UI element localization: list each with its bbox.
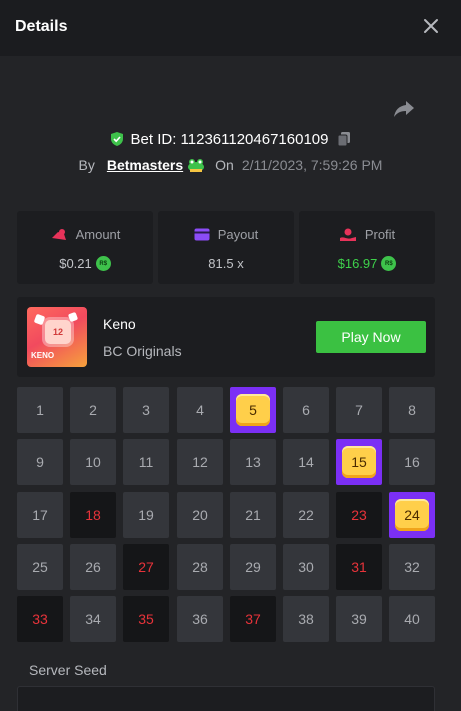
keno-cell-35[interactable]: 35 — [123, 596, 169, 642]
keno-cell-37[interactable]: 37 — [230, 596, 276, 642]
keno-cell-19[interactable]: 19 — [123, 492, 169, 538]
keno-cell-13[interactable]: 13 — [230, 439, 276, 485]
keno-cell-2[interactable]: 2 — [70, 387, 116, 433]
thumb-text: KENO — [31, 351, 55, 360]
keno-cell-21[interactable]: 21 — [230, 492, 276, 538]
stat-payout: Payout 81.5 x — [158, 211, 294, 284]
amount-value: $0.21 — [59, 256, 92, 271]
keno-cell-22[interactable]: 22 — [283, 492, 329, 538]
stat-profit: Profit $16.97 R$ — [299, 211, 435, 284]
keno-cell-26[interactable]: 26 — [70, 544, 116, 590]
bet-date: 2/11/2023, 7:59:26 PM — [241, 157, 383, 173]
keno-cell-18[interactable]: 18 — [70, 492, 116, 538]
user-link[interactable]: Betmasters — [107, 157, 183, 173]
share-icon[interactable] — [392, 97, 416, 121]
keno-thumbnail[interactable]: 12 KENO — [27, 307, 87, 367]
by-label: By — [78, 157, 95, 173]
keno-cell-16[interactable]: 16 — [389, 439, 435, 485]
keno-cell-24[interactable]: 24 — [389, 492, 435, 538]
keno-cell-20[interactable]: 20 — [177, 492, 223, 538]
dice-icon — [33, 313, 46, 326]
game-name: Keno — [103, 316, 136, 332]
gem-icon: 15 — [342, 446, 376, 478]
payout-label: Payout — [217, 227, 259, 242]
thumb-number: 12 — [45, 320, 71, 344]
amount-label: Amount — [75, 227, 121, 242]
keno-cell-1[interactable]: 1 — [17, 387, 63, 433]
keno-cell-17[interactable]: 17 — [17, 492, 63, 538]
keno-cell-36[interactable]: 36 — [177, 596, 223, 642]
keno-cell-6[interactable]: 6 — [283, 387, 329, 433]
card-icon — [194, 228, 210, 241]
game-card: 12 KENO Keno BC Originals Play Now — [17, 297, 435, 377]
copy-icon[interactable] — [336, 131, 352, 147]
keno-cell-11[interactable]: 11 — [123, 439, 169, 485]
keno-cell-40[interactable]: 40 — [389, 596, 435, 642]
keno-cell-12[interactable]: 12 — [177, 439, 223, 485]
keno-cell-23[interactable]: 23 — [336, 492, 382, 538]
keno-cell-25[interactable]: 25 — [17, 544, 63, 590]
keno-cell-31[interactable]: 31 — [336, 544, 382, 590]
keno-cell-14[interactable]: 14 — [283, 439, 329, 485]
keno-cell-30[interactable]: 30 — [283, 544, 329, 590]
gem-icon: 5 — [236, 394, 270, 426]
keno-cell-5[interactable]: 5 — [230, 387, 276, 433]
keno-cell-29[interactable]: 29 — [230, 544, 276, 590]
keno-cell-3[interactable]: 3 — [123, 387, 169, 433]
keno-cell-34[interactable]: 34 — [70, 596, 116, 642]
keno-cell-39[interactable]: 39 — [336, 596, 382, 642]
on-label: On — [215, 157, 234, 173]
bet-id-row: Bet ID: 112361120467160109 — [0, 128, 461, 150]
details-header: Details — [0, 0, 461, 56]
header-title: Details — [15, 18, 68, 35]
keno-cell-32[interactable]: 32 — [389, 544, 435, 590]
coin-icon: R$ — [95, 256, 111, 271]
shield-check-icon — [110, 132, 123, 146]
keno-cell-38[interactable]: 38 — [283, 596, 329, 642]
server-seed-field — [17, 686, 435, 711]
play-now-button[interactable]: Play Now — [316, 321, 426, 353]
keno-cell-27[interactable]: 27 — [123, 544, 169, 590]
stat-amount: Amount $0.21 R$ — [17, 211, 153, 284]
keno-cell-10[interactable]: 10 — [70, 439, 116, 485]
profit-icon — [339, 228, 356, 241]
payout-value: 81.5 x — [208, 256, 244, 271]
keno-cell-4[interactable]: 4 — [177, 387, 223, 433]
keno-cell-15[interactable]: 15 — [336, 439, 382, 485]
bet-id: Bet ID: 112361120467160109 — [130, 130, 329, 148]
close-icon[interactable] — [419, 14, 443, 38]
profit-label: Profit — [364, 227, 396, 242]
keno-cell-28[interactable]: 28 — [177, 544, 223, 590]
coin-icon: R$ — [381, 256, 397, 271]
game-provider: BC Originals — [103, 343, 182, 359]
keno-cell-9[interactable]: 9 — [17, 439, 63, 485]
frog-icon — [188, 159, 205, 172]
bet-by-row: By Betmasters On 2/11/2023, 7:59:26 PM — [0, 154, 461, 176]
gem-icon: 24 — [395, 499, 429, 531]
server-seed-label: Server Seed — [29, 662, 107, 678]
keno-cell-7[interactable]: 7 — [336, 387, 382, 433]
keno-cell-33[interactable]: 33 — [17, 596, 63, 642]
profit-value: $16.97 — [337, 256, 378, 271]
bet-stats: Amount $0.21 R$ Payout 81.5 x Profit $16… — [17, 211, 435, 284]
amount-icon — [51, 228, 66, 240]
keno-cell-8[interactable]: 8 — [389, 387, 435, 433]
